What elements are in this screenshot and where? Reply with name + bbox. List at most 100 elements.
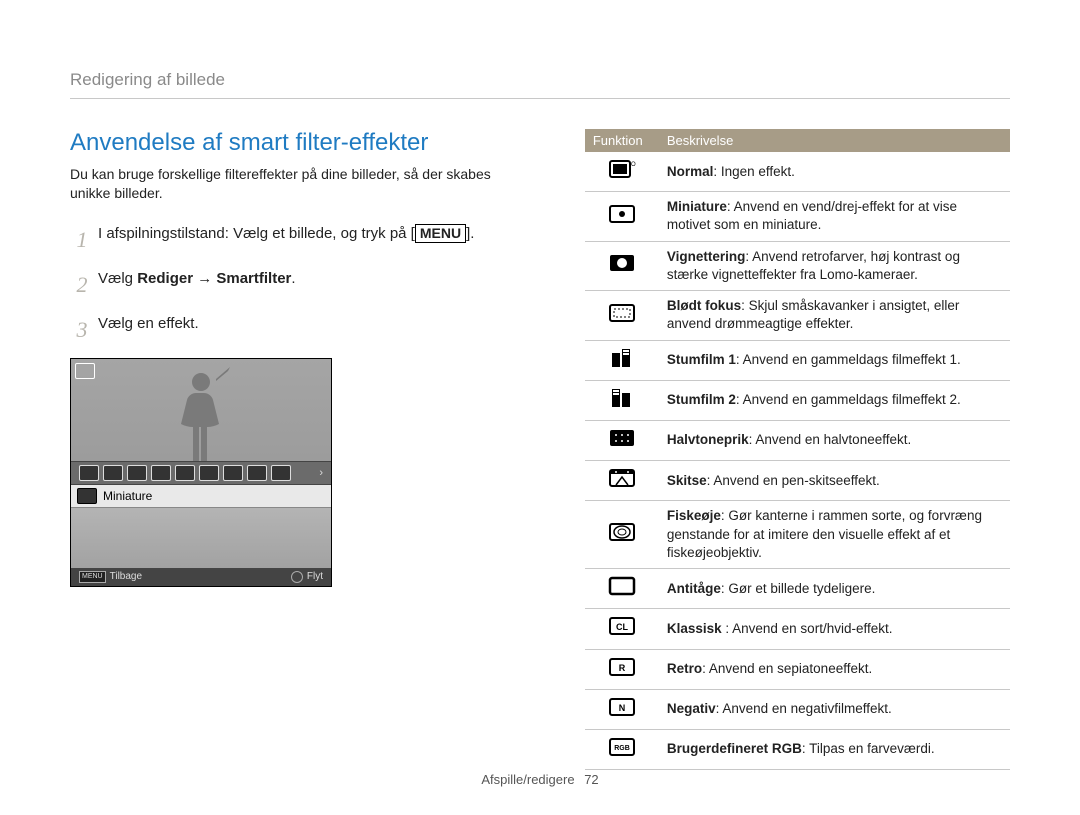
two-column-layout: Anvendelse af smart filter-effekter Du k…: [70, 129, 1010, 770]
th-description: Beskrivelse: [659, 129, 1010, 152]
step-text-pre: Vælg: [98, 270, 137, 287]
camera-lcd-preview: › Miniature MENU Tilbage Flyt: [70, 358, 332, 587]
table-row: Halvtoneprik: Anvend en halvtoneeffekt.: [585, 420, 1010, 460]
fn-name: Klassisk: [667, 621, 726, 636]
table-row: Miniature: Anvend en vend/drej-effekt fo…: [585, 192, 1010, 241]
right-column: Funktion Beskrivelse OFFNormal: Ingen ef…: [585, 129, 1010, 770]
chevron-right-icon: ›: [319, 467, 323, 479]
rgb-icon: RGB: [608, 736, 636, 758]
table-row: OFFNormal: Ingen effekt.: [585, 152, 1010, 192]
filter-thumb-icon: [247, 465, 267, 481]
left-column: Anvendelse af smart filter-effekter Du k…: [70, 129, 525, 770]
fn-name: Brugerdefineret RGB: [667, 741, 802, 756]
fn-desc-cell: Halvtoneprik: Anvend en halvtoneeffekt.: [659, 420, 1010, 460]
fn-desc-cell: Normal: Ingen effekt.: [659, 152, 1010, 192]
filter-thumb-icon: [127, 465, 147, 481]
fn-icon-cell: [585, 192, 659, 241]
page-footer: Afspille/redigere 72: [0, 772, 1080, 787]
defog-icon: [608, 575, 636, 597]
softkey-back: MENU Tilbage: [79, 571, 142, 583]
fn-name: Halvtoneprik: [667, 432, 749, 447]
fn-desc: : Ingen effekt.: [713, 164, 795, 179]
page: Redigering af billede Anvendelse af smar…: [0, 0, 1080, 815]
svg-text:R: R: [619, 663, 626, 673]
fn-name: Skitse: [667, 473, 707, 488]
softkey-back-label: Tilbage: [110, 571, 142, 582]
classic-icon: CL: [608, 615, 636, 637]
retro-icon: R: [608, 656, 636, 678]
fn-desc: : Tilpas en farveværdi.: [802, 741, 935, 756]
fn-name: Antitåge: [667, 581, 721, 596]
step-3: 3 Vælg en effekt.: [70, 313, 525, 346]
fn-desc-cell: Brugerdefineret RGB: Tilpas en farveværd…: [659, 729, 1010, 769]
step-text: Vælg Rediger → Smartfilter.: [98, 268, 525, 301]
fn-desc: : Gør et billede tydeligere.: [721, 581, 876, 596]
table-row: Blødt fokus: Skjul småskavanker i ansigt…: [585, 291, 1010, 340]
fn-icon-cell: [585, 420, 659, 460]
vignette-icon: [608, 252, 636, 274]
table-row: Stumfilm 1: Anvend en gammeldags filmeff…: [585, 340, 1010, 380]
fn-name: Fiskeøje: [667, 508, 721, 523]
dpad-icon: [291, 571, 303, 583]
fn-desc-cell: Fiskeøje: Gør kanterne i rammen sorte, o…: [659, 501, 1010, 569]
fn-desc: : Anvend en halvtoneeffekt.: [749, 432, 912, 447]
filter-table: Funktion Beskrivelse OFFNormal: Ingen ef…: [585, 129, 1010, 770]
fisheye-icon: [608, 521, 636, 543]
table-row: Stumfilm 2: Anvend en gammeldags filmeff…: [585, 380, 1010, 420]
step-text: I afspilningstilstand: Vælg et billede, …: [98, 223, 525, 256]
lcd-photo-area: [71, 359, 331, 461]
filter-thumb-icon: [151, 465, 171, 481]
softfocus-icon: [608, 302, 636, 324]
selected-filter-label: Miniature: [103, 489, 152, 503]
fn-icon-cell: [585, 461, 659, 501]
oldfilm2-icon: [608, 387, 636, 409]
fn-desc-cell: Stumfilm 2: Anvend en gammeldags filmeff…: [659, 380, 1010, 420]
fn-icon-cell: OFF: [585, 152, 659, 192]
fn-desc: : Anvend en gammeldags filmeffekt 1.: [736, 352, 961, 367]
sketch-icon: [608, 467, 636, 489]
fn-icon-cell: CL: [585, 609, 659, 649]
fn-desc-cell: Klassisk : Anvend en sort/hvid-effekt.: [659, 609, 1010, 649]
fn-name: Stumfilm 2: [667, 392, 736, 407]
step-number: 1: [70, 223, 94, 256]
table-row: R Retro: Anvend en sepiatoneeffekt.: [585, 649, 1010, 689]
table-row: CL Klassisk : Anvend en sort/hvid-effekt.: [585, 609, 1010, 649]
step-number: 2: [70, 268, 94, 301]
fn-desc-cell: Antitåge: Gør et billede tydeligere.: [659, 569, 1010, 609]
fn-desc-cell: Blødt fokus: Skjul småskavanker i ansigt…: [659, 291, 1010, 340]
running-title: Redigering af billede: [70, 70, 1010, 99]
step-text-suffix: ].: [466, 225, 474, 242]
fn-icon-cell: R: [585, 649, 659, 689]
subject-silhouette-icon: [156, 359, 246, 461]
lcd-filter-strip: ›: [71, 461, 331, 485]
softkey-move: Flyt: [291, 571, 323, 583]
lcd-selected-row: Miniature: [71, 485, 331, 508]
fn-icon-cell: [585, 291, 659, 340]
fn-desc-cell: Skitse: Anvend en pen-skitseeffekt.: [659, 461, 1010, 501]
svg-text:RGB: RGB: [614, 745, 630, 752]
negative-icon: N: [608, 696, 636, 718]
lcd-softkey-bar: MENU Tilbage Flyt: [71, 568, 331, 586]
fn-desc: : Anvend en sepiatoneeffekt.: [702, 661, 872, 676]
fn-icon-cell: [585, 569, 659, 609]
fn-desc-cell: Stumfilm 1: Anvend en gammeldags filmeff…: [659, 340, 1010, 380]
table-row: Vignettering: Anvend retrofarver, høj ko…: [585, 241, 1010, 290]
halftone-icon: [608, 427, 636, 449]
fn-icon-cell: RGB: [585, 729, 659, 769]
fn-icon-cell: [585, 241, 659, 290]
fn-desc: : Anvend en negativfilmeffekt.: [716, 701, 892, 716]
fn-desc-cell: Vignettering: Anvend retrofarver, høj ko…: [659, 241, 1010, 290]
table-row: Antitåge: Gør et billede tydeligere.: [585, 569, 1010, 609]
menu-key-icon: MENU: [415, 224, 466, 243]
step-1: 1 I afspilningstilstand: Vælg et billede…: [70, 223, 525, 256]
svg-text:CL: CL: [616, 622, 628, 632]
fn-desc-cell: Retro: Anvend en sepiatoneeffekt.: [659, 649, 1010, 689]
lcd-empty-area: [71, 508, 331, 568]
fn-icon-cell: [585, 501, 659, 569]
footer-section: Afspille/redigere: [481, 772, 574, 787]
table-header-row: Funktion Beskrivelse: [585, 129, 1010, 152]
filter-thumb-icon: [175, 465, 195, 481]
table-row: Skitse: Anvend en pen-skitseeffekt.: [585, 461, 1010, 501]
fn-name: Vignettering: [667, 249, 746, 264]
fn-name: Normal: [667, 164, 714, 179]
